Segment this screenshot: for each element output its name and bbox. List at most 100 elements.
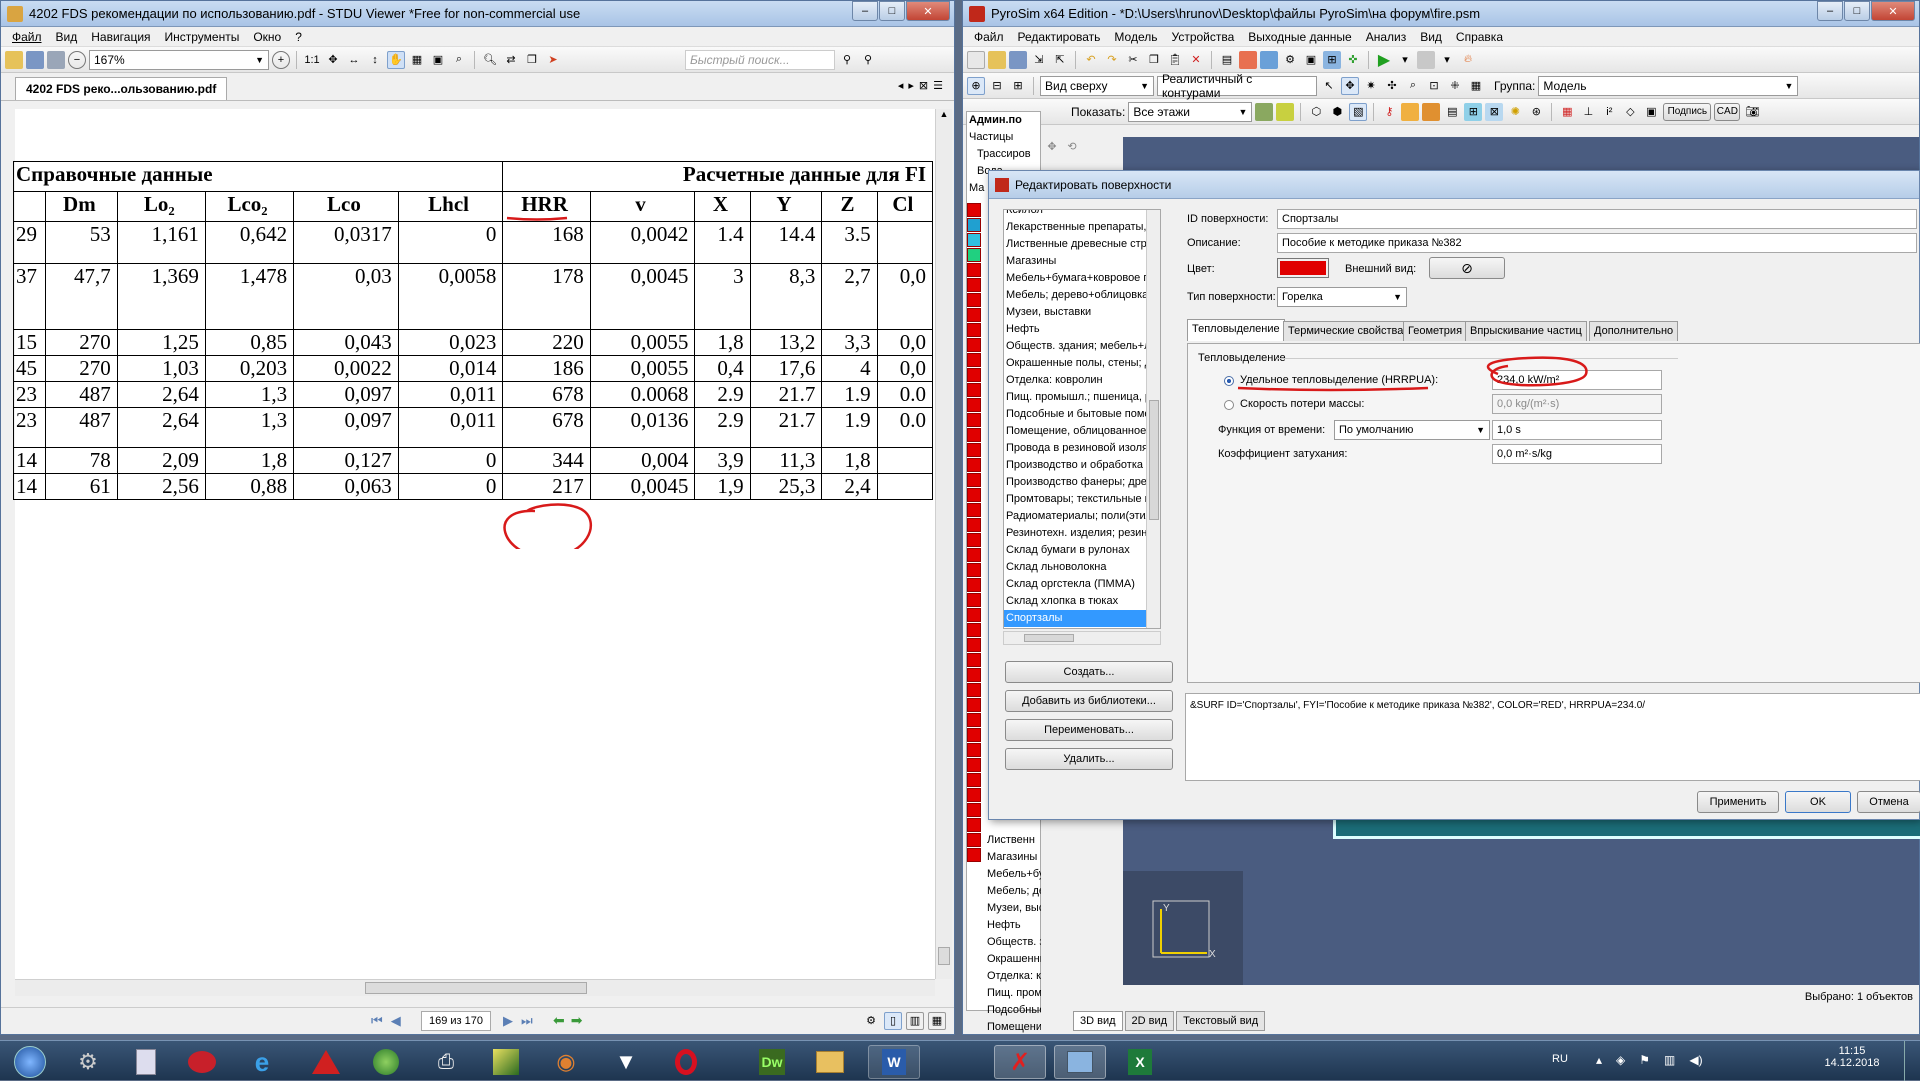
tree-surface-item[interactable]: Подсобные [985, 1002, 1041, 1019]
roam-icon[interactable]: ✷ [1362, 77, 1380, 95]
show-desktop-button[interactable] [1904, 1041, 1920, 1081]
tab-heat-release[interactable]: Тепловыделение [1187, 319, 1285, 341]
actual-size-icon[interactable]: 1:1 [303, 51, 321, 69]
pyro-minimize-button[interactable]: – [1817, 1, 1843, 21]
page-number-field[interactable]: 169 из 170 [421, 1010, 491, 1031]
pyro-menu-devices[interactable]: Устройства [1165, 30, 1242, 44]
pyrosim-taskbar-icon[interactable]: ✗ [994, 1045, 1046, 1079]
tray-app-icon[interactable]: ◈ [1616, 1053, 1625, 1067]
reset-view-icon[interactable]: ▦ [1467, 77, 1485, 95]
tab-thermal-properties[interactable]: Термические свойства [1283, 321, 1409, 341]
surface-list-item[interactable]: Склад бумаги в рулонах [1004, 542, 1160, 559]
select-pointer-icon[interactable]: ↖ [1320, 77, 1338, 95]
rotate-tool-icon[interactable]: ⟲ [1063, 137, 1081, 155]
hrrpua-input[interactable]: 234,0 kW/m² [1492, 370, 1662, 390]
new-icon[interactable] [967, 50, 985, 69]
surface-list-item[interactable]: Помещение, облицованное па [1004, 423, 1160, 440]
app-red-taskbar-icon[interactable] [176, 1045, 228, 1079]
surface-list-item[interactable]: Лекарственные препараты, с [1004, 219, 1160, 236]
horizontal-scroll-thumb[interactable] [365, 982, 587, 994]
cancel-button[interactable]: Отмена [1857, 791, 1920, 813]
prev-page-icon[interactable]: ◀ [391, 1013, 401, 1029]
surface-list-item[interactable]: Музеи, выставки [1004, 304, 1160, 321]
collapse-icon[interactable]: ⊟ [988, 77, 1006, 95]
stdu-taskbar-icon[interactable] [1054, 1045, 1106, 1079]
tab-nav-arrows[interactable]: ◂▸⊠☰ [898, 79, 948, 92]
surface-list-item[interactable]: Резинотехн. изделия; резина, [1004, 525, 1160, 542]
stop-dropdown-icon[interactable]: ▾ [1438, 51, 1456, 69]
zoom-icon[interactable]: ⌕ [1404, 77, 1422, 95]
surface-list-item[interactable]: Производство и обработка др [1004, 457, 1160, 474]
show-sprinklers-icon[interactable]: ✺ [1506, 103, 1524, 121]
floor-image-icon[interactable] [1255, 102, 1274, 121]
tree-surface-item[interactable]: Магазины [985, 849, 1041, 866]
surface-list-item[interactable]: Промтовары; текстильные из [1004, 491, 1160, 508]
menu-view[interactable]: Вид [49, 30, 85, 44]
last-page-icon[interactable]: ⏭ [521, 1013, 533, 1029]
copy-icon[interactable] [47, 50, 65, 69]
hand-tool-icon[interactable]: ✋ [387, 50, 405, 69]
surface-list-item[interactable]: Мебель+бумага+ковровое по [1004, 270, 1160, 287]
first-page-icon[interactable]: ⏮ [371, 1013, 383, 1029]
model-obstruction[interactable] [1333, 817, 1920, 839]
show-slices-icon[interactable] [1401, 102, 1420, 121]
import-icon[interactable]: ⇲ [1030, 51, 1048, 69]
menu-help[interactable]: ? [288, 30, 309, 44]
tray-arrow-icon[interactable]: ▴ [1596, 1053, 1602, 1067]
open-file-icon[interactable] [988, 50, 1006, 69]
smooth-icon[interactable]: ◇ [1621, 103, 1639, 121]
menu-file[interactable]: Файл [5, 30, 49, 44]
move-tool-icon[interactable]: ✥ [1043, 137, 1061, 155]
pyro-maximize-button[interactable]: □ [1844, 1, 1870, 21]
surface-list-item[interactable]: Мебель; дерево+облицовка [1004, 287, 1160, 304]
paste-icon[interactable]: 📋︎ [1166, 51, 1184, 69]
zoom-out-icon[interactable]: − [68, 50, 86, 69]
calculator-taskbar-icon[interactable] [120, 1045, 172, 1079]
clock[interactable]: 11:15 14.12.2018 [1820, 1045, 1884, 1069]
text-select-icon[interactable]: ⌕ [450, 51, 468, 69]
menu-navigation[interactable]: Навигация [84, 30, 157, 44]
export-icon[interactable]: ⇱ [1051, 51, 1069, 69]
show-devices-icon[interactable]: ⚷ [1380, 103, 1398, 121]
next-page-icon[interactable]: ▶ [503, 1013, 513, 1029]
devices-icon[interactable]: ⚙ [1281, 51, 1299, 69]
internet-explorer-icon[interactable]: e [236, 1045, 288, 1079]
save-file-icon[interactable] [1009, 50, 1027, 69]
surface-list-item[interactable]: Магазины [1004, 253, 1160, 270]
pyro-menu-file[interactable]: Файл [967, 30, 1011, 44]
search-options-icon[interactable]: ⚲ [838, 51, 856, 69]
tree-surface-item[interactable]: Окрашенны [985, 951, 1041, 968]
tree-surface-item[interactable]: Мебель+бу [985, 866, 1041, 883]
find-icon[interactable]: 🔍︎ [481, 51, 499, 69]
pyro-menu-view[interactable]: Вид [1413, 30, 1449, 44]
appearance-button[interactable]: ⊘ [1429, 257, 1505, 279]
tree-item-tracers[interactable]: Трассиров [967, 146, 1040, 163]
zoom-in-icon[interactable]: + [272, 50, 290, 69]
scanner-taskbar-icon[interactable]: ⎙ [420, 1045, 472, 1079]
tray-flag-icon[interactable]: ⚑ [1639, 1053, 1650, 1067]
surface-list-item[interactable]: Лиственные древесные стро [1004, 236, 1160, 253]
stop-icon[interactable] [1417, 50, 1435, 69]
snapshot-icon[interactable]: ▣ [429, 51, 447, 69]
show-vents-icon[interactable]: ▧ [1349, 102, 1368, 121]
menu-window[interactable]: Окно [246, 30, 288, 44]
surfaces-list[interactable]: Ксилол Лекарственные препараты, с Лиственн… [1003, 209, 1161, 629]
select-tool-icon[interactable]: ▦ [408, 51, 426, 69]
pages-icon[interactable]: ❐ [523, 51, 541, 69]
view-combo[interactable]: Вид сверху ▼ [1040, 75, 1154, 96]
color-swatch-button[interactable] [1277, 258, 1329, 278]
ramp-combo[interactable]: По умолчанию ▼ [1334, 420, 1490, 440]
tab-2d-view[interactable]: 2D вид [1124, 1011, 1175, 1031]
surfaces-icon[interactable]: ⊞ [1323, 50, 1341, 69]
tree-surface-item[interactable]: Мебель; де [985, 883, 1041, 900]
autocad-taskbar-icon[interactable] [300, 1045, 352, 1079]
network-icon[interactable]: ▥ [1664, 1053, 1675, 1067]
surface-list-item[interactable]: Окрашенные полы, стены; де [1004, 355, 1160, 372]
surface-list-item[interactable]: Склад хлопка в тюках [1004, 593, 1160, 610]
maximize-button[interactable]: □ [879, 1, 905, 21]
rotate-icon[interactable]: ⇄ [502, 51, 520, 69]
surface-list-item[interactable]: Пищ. промышл.; пшеница, рис [1004, 389, 1160, 406]
tree-surface-item[interactable]: Лиственн [985, 832, 1041, 849]
tree-surface-item[interactable]: Нефть [985, 917, 1041, 934]
minimize-button[interactable]: – [852, 1, 878, 21]
